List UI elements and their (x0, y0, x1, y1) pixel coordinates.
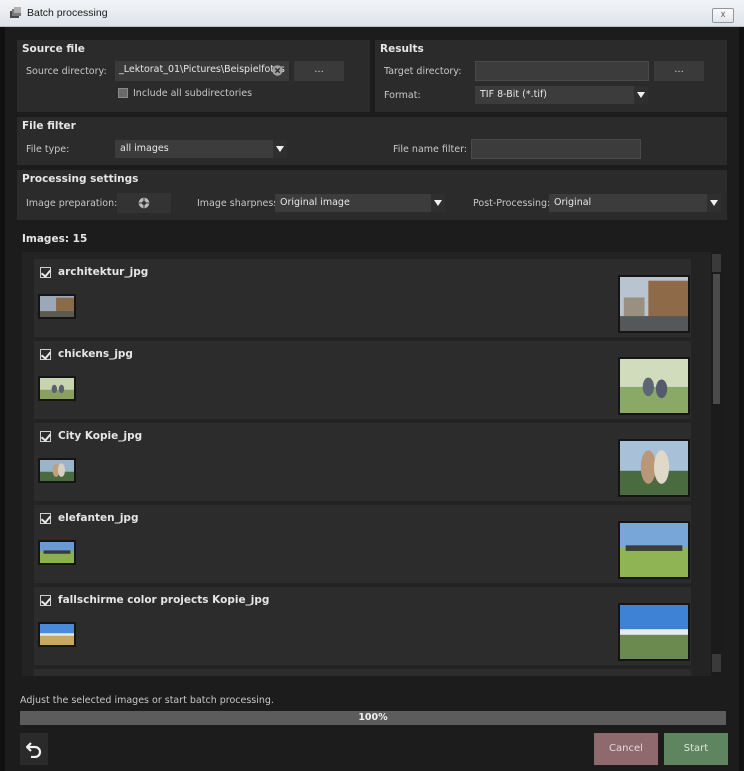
image-sharpness-dropdown[interactable]: Original image (275, 194, 445, 212)
list-item[interactable]: elefanten_jpg (34, 505, 691, 583)
thumbnail-small (38, 458, 76, 483)
format-value: TIF 8-Bit (*.tif) (480, 89, 548, 100)
thumbnail-small (38, 540, 76, 565)
file-type-value: all images (120, 143, 169, 154)
format-dropdown[interactable]: TIF 8-Bit (*.tif) (475, 86, 648, 104)
item-name: elefanten_jpg (58, 512, 139, 524)
post-processing-label: Post-Processing: (473, 198, 551, 209)
clear-icon[interactable] (272, 65, 283, 76)
image-preparation-button[interactable] (117, 193, 171, 213)
status-message: Adjust the selected images or start batc… (20, 695, 274, 706)
thumbnail-large (618, 357, 690, 415)
file-name-filter-field[interactable] (471, 139, 641, 159)
start-button[interactable]: Start (664, 733, 728, 765)
source-file-panel: Source file Source directory: _Lektorat_… (17, 40, 370, 112)
item-name: City Kopie_jpg (58, 430, 143, 442)
thumbnail-small (38, 294, 76, 319)
undo-button[interactable] (20, 733, 48, 765)
processing-settings-panel: Processing settings Image preparation: I… (17, 170, 727, 220)
thumbnail-large (618, 275, 690, 333)
chevron-down-icon (707, 194, 721, 212)
chevron-down-icon (273, 140, 287, 158)
thumbnail-small (38, 376, 76, 401)
item-checkbox[interactable] (40, 431, 51, 442)
target-directory-label: Target directory: (384, 66, 462, 77)
image-sharpness-value: Original image (280, 197, 350, 208)
cancel-button[interactable]: Cancel (594, 733, 658, 765)
list-item[interactable]: chickens_jpg (34, 341, 691, 419)
chevron-down-icon (431, 194, 445, 212)
item-name: chickens_jpg (58, 348, 133, 360)
image-preparation-label: Image preparation: (26, 198, 118, 209)
file-filter-panel: File filter File type: all images File n… (17, 117, 727, 165)
settings-icon (138, 197, 150, 209)
item-checkbox[interactable] (40, 595, 51, 606)
source-directory-field[interactable]: _Lektorat_01\Pictures\Beispielfotos (115, 61, 289, 81)
item-checkbox[interactable] (40, 349, 51, 360)
title-bar: Batch processing ☓ (0, 0, 744, 27)
source-file-heading: Source file (22, 43, 85, 55)
undo-icon (25, 742, 42, 758)
file-type-label: File type: (26, 144, 70, 155)
item-checkbox[interactable] (40, 513, 51, 524)
subdirectories-checkbox[interactable] (118, 88, 128, 98)
progress-bar: 100% (20, 711, 726, 725)
target-directory-field[interactable] (475, 61, 649, 81)
results-heading: Results (380, 43, 424, 55)
app-icon (10, 7, 21, 18)
list-item[interactable]: fallschirme color projects Kopie_jpg (34, 587, 691, 665)
image-sharpness-label: Image sharpness: (197, 198, 282, 209)
format-label: Format: (384, 90, 421, 101)
scroll-up-button[interactable] (712, 254, 721, 272)
post-processing-value: Original (554, 197, 592, 208)
item-checkbox[interactable] (40, 267, 51, 278)
post-processing-dropdown[interactable]: Original (549, 194, 721, 212)
item-name: fallschirme color projects Kopie_jpg (58, 594, 270, 606)
scroll-down-button[interactable] (712, 654, 721, 672)
target-browse-button[interactable]: ... (654, 61, 704, 81)
thumbnail-large (618, 521, 690, 579)
image-list-scrollbar[interactable] (711, 252, 722, 676)
source-directory-label: Source directory: (26, 66, 107, 77)
source-directory-value: _Lektorat_01\Pictures\Beispielfotos (119, 64, 285, 75)
thumbnail-small (38, 622, 76, 647)
results-panel: Results Target directory: ... Format: TI… (375, 40, 727, 112)
thumbnail-large (618, 439, 690, 497)
images-heading: Images: 15 (22, 233, 88, 245)
list-item[interactable]: architektur_jpg (34, 259, 691, 337)
window-title: Batch processing (27, 7, 108, 19)
source-browse-button[interactable]: ... (294, 61, 344, 81)
progress-label: 100% (358, 712, 388, 723)
list-item[interactable]: City Kopie_jpg (34, 423, 691, 501)
chevron-down-icon (634, 86, 648, 104)
file-filter-heading: File filter (22, 120, 76, 132)
image-list[interactable]: architektur_jpg chickens_jpg City Kopie_… (22, 252, 722, 676)
file-name-filter-label: File name filter: (393, 144, 468, 155)
subdirectories-label: Include all subdirectories (133, 88, 253, 99)
close-button[interactable]: ☓ (712, 8, 734, 23)
list-item[interactable] (34, 669, 691, 676)
file-type-dropdown[interactable]: all images (115, 140, 287, 158)
scroll-thumb[interactable] (713, 274, 720, 404)
processing-settings-heading: Processing settings (22, 173, 139, 185)
thumbnail-large (618, 603, 690, 661)
item-name: architektur_jpg (58, 266, 149, 278)
